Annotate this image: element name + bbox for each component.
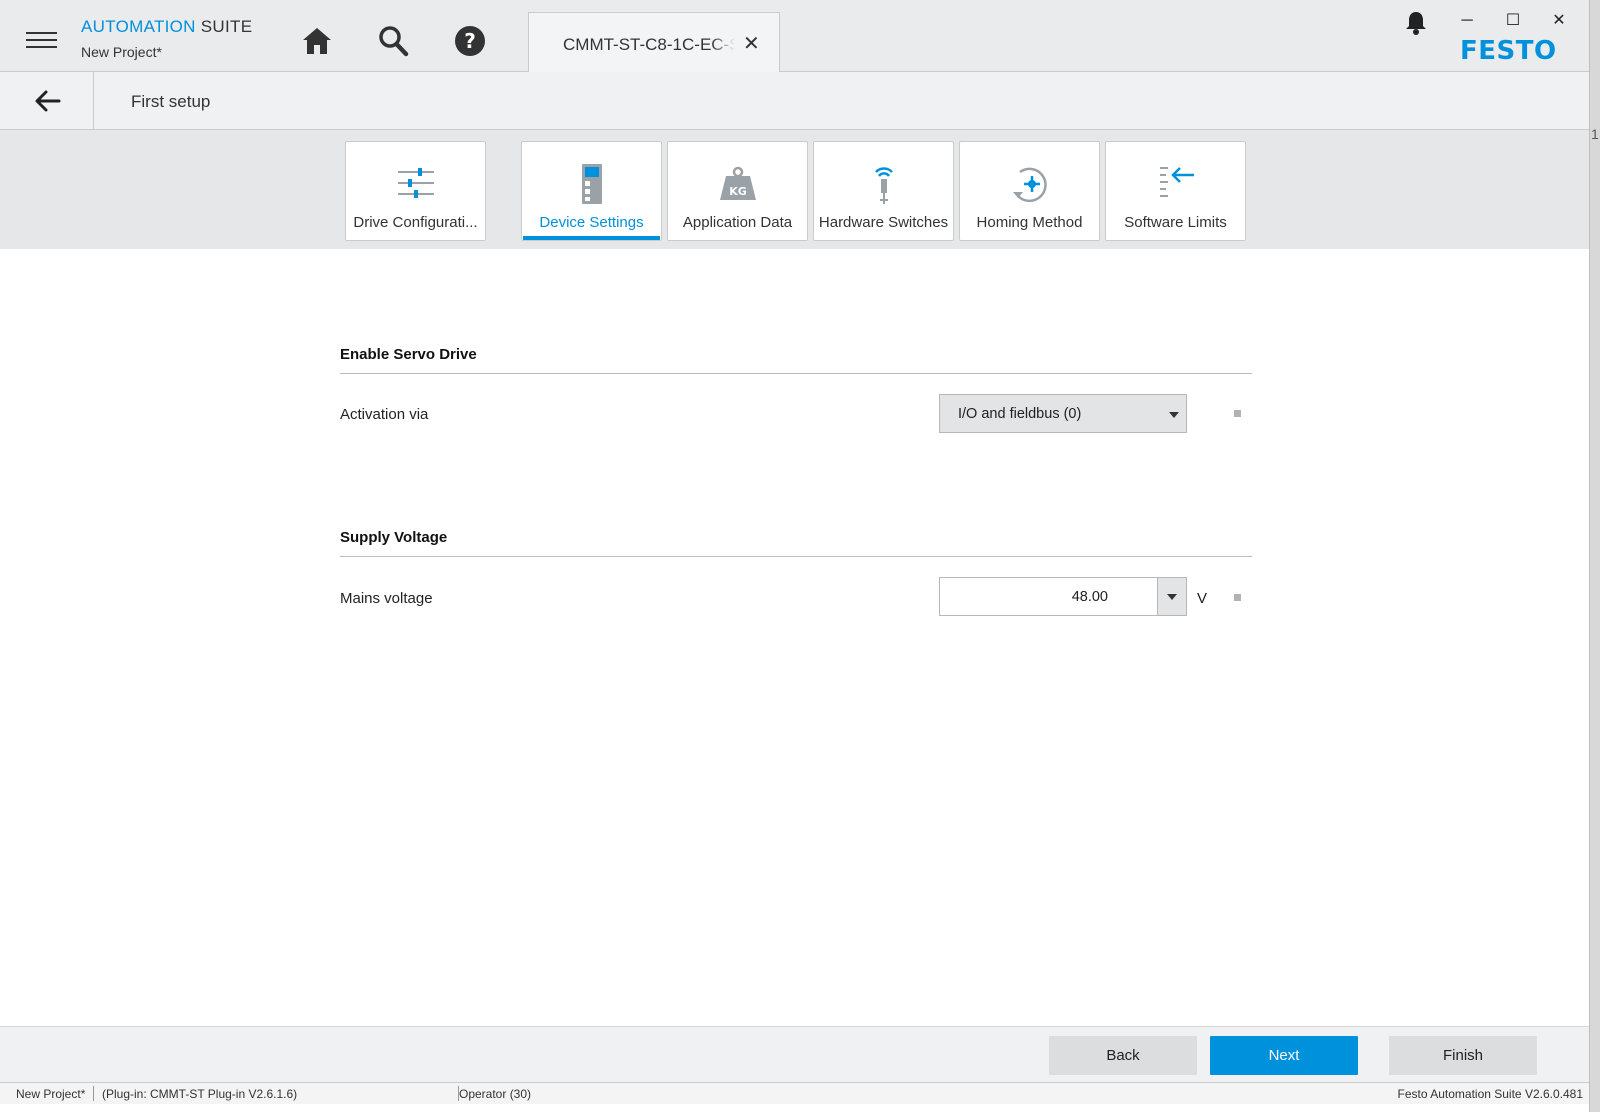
breadcrumb-bar: First setup <box>0 72 1589 130</box>
home-icon[interactable] <box>300 24 334 58</box>
mains-voltage-unit: V <box>1197 590 1208 607</box>
setup-steps: Drive Configurati... Device Settings KG … <box>0 130 1589 249</box>
background-window-fragment: 1 <box>1591 126 1599 142</box>
status-plugin: (Plug-in: CMMT-ST Plug-in V2.6.1.6) <box>102 1087 298 1101</box>
wizard-action-bar: Back Next Finish <box>0 1026 1589 1082</box>
back-arrow-icon[interactable] <box>0 72 94 130</box>
status-project: New Project* <box>16 1087 86 1101</box>
activation-via-select[interactable]: I/O and fieldbus (0) <box>939 394 1187 433</box>
help-icon[interactable]: ? <box>453 24 487 58</box>
step-drive-configuration[interactable]: Drive Configurati... <box>345 141 486 241</box>
sensor-switch-icon <box>874 167 893 204</box>
document-tab-label: CMMT-ST-C8-1C-EC-S <box>563 35 735 55</box>
mains-voltage-label: Mains voltage <box>340 590 433 607</box>
step-label: Homing Method <box>976 214 1083 231</box>
menu-hamburger-icon[interactable] <box>26 32 57 50</box>
app-title-accent: AUTOMATION <box>81 17 196 36</box>
svg-text:KG: KG <box>729 185 747 198</box>
step-hardware-switches[interactable]: Hardware Switches <box>813 141 954 241</box>
document-tab[interactable]: CMMT-ST-C8-1C-EC-S ✕ <box>528 12 780 73</box>
homing-target-icon <box>1012 167 1047 203</box>
parameter-status-indicator <box>1234 410 1241 417</box>
minimize-button[interactable]: ─ <box>1455 10 1479 32</box>
step-application-data[interactable]: KG Application Data <box>667 141 808 241</box>
device-icon <box>581 164 602 204</box>
page-title: First setup <box>131 92 211 111</box>
limit-arrow-icon <box>1159 167 1194 197</box>
status-bar: New Project* (Plug-in: CMMT-ST Plug-in V… <box>0 1082 1589 1104</box>
step-label: Application Data <box>682 214 793 231</box>
parameter-status-indicator <box>1234 594 1241 601</box>
chevron-down-icon <box>1167 594 1177 600</box>
mains-voltage-input[interactable]: 48.00 <box>939 577 1187 616</box>
step-software-limits[interactable]: Software Limits <box>1105 141 1246 241</box>
section-divider <box>340 373 1252 374</box>
step-device-settings[interactable]: Device Settings <box>521 141 662 241</box>
search-icon[interactable] <box>376 24 410 58</box>
app-title-rest: SUITE <box>195 17 253 36</box>
festo-logo: FESTO <box>1460 36 1557 66</box>
chevron-down-icon <box>1169 412 1179 418</box>
activation-via-value: I/O and fieldbus (0) <box>958 406 1082 422</box>
app-title: AUTOMATION SUITE <box>81 17 252 37</box>
sliders-icon <box>397 168 434 198</box>
app-window: AUTOMATION SUITE New Project* ? CMMT-ST-… <box>0 0 1590 1112</box>
notification-bell-icon[interactable] <box>1404 10 1428 36</box>
status-separator <box>93 1086 94 1101</box>
close-tab-icon[interactable]: ✕ <box>743 31 760 56</box>
step-label: Software Limits <box>1124 214 1227 231</box>
weight-kg-icon: KG <box>719 166 756 200</box>
activation-via-label: Activation via <box>340 406 429 423</box>
step-homing-method[interactable]: Homing Method <box>959 141 1100 241</box>
title-bar: AUTOMATION SUITE New Project* ? CMMT-ST-… <box>0 0 1589 73</box>
close-window-button[interactable]: ✕ <box>1547 10 1571 32</box>
svg-text:?: ? <box>464 29 476 53</box>
section-divider <box>340 556 1252 557</box>
mains-voltage-dropdown-button[interactable] <box>1157 578 1186 615</box>
step-label: Hardware Switches <box>818 214 949 231</box>
section-title-enable-servo-drive: Enable Servo Drive <box>340 346 477 363</box>
project-name: New Project* <box>81 44 162 60</box>
status-version: Festo Automation Suite V2.6.0.481 <box>1397 1087 1583 1101</box>
status-role: Operator (30) <box>459 1087 532 1101</box>
finish-button[interactable]: Finish <box>1389 1036 1537 1075</box>
next-button[interactable]: Next <box>1210 1036 1358 1075</box>
back-button[interactable]: Back <box>1049 1036 1197 1075</box>
mains-voltage-value: 48.00 <box>1071 589 1108 605</box>
maximize-button[interactable]: ☐ <box>1501 10 1525 32</box>
step-label: Device Settings <box>539 214 644 231</box>
section-title-supply-voltage: Supply Voltage <box>340 529 448 546</box>
step-label: Drive Configurati... <box>353 214 478 231</box>
